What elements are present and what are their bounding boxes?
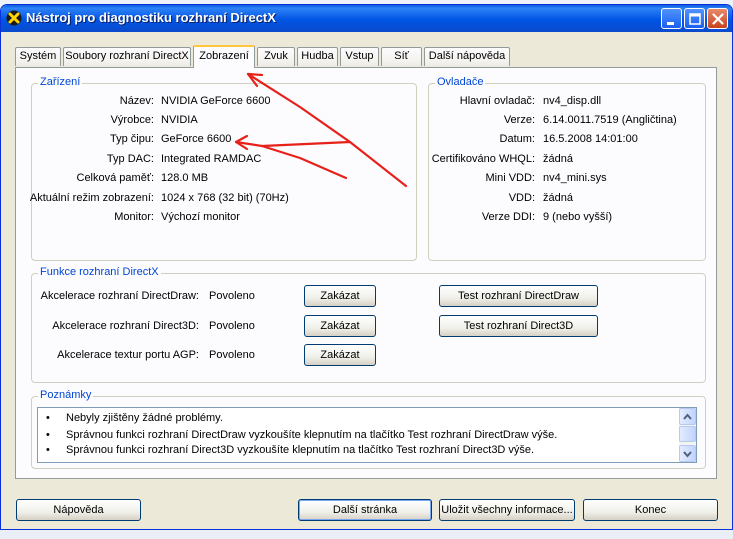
driver-whql-label: Certifikováno WHQL: (431, 153, 535, 165)
directdraw-accel-status: Povoleno (209, 290, 255, 302)
note-bullet: • (46, 444, 50, 456)
tab-display[interactable]: Zobrazení (193, 45, 255, 68)
directx-icon (6, 10, 22, 26)
help-button[interactable]: Nápověda (16, 499, 141, 521)
note-text: Nebyly zjištěny žádné problémy. (66, 412, 223, 424)
scroll-thumb[interactable] (679, 426, 696, 442)
driver-main-label: Hlavní ovladač: (459, 95, 535, 107)
note-text: Správnou funkci rozhraní DirectDraw vyzk… (66, 429, 558, 441)
chevron-down-icon (683, 451, 692, 458)
agp-texture-accel-status: Povoleno (209, 349, 255, 361)
close-icon (712, 13, 724, 25)
scroll-down-button[interactable] (679, 445, 696, 462)
title-bar[interactable]: Nástroj pro diagnostiku rozhraní DirectX (1, 5, 732, 32)
driver-date-value: 16.5.2008 14:01:00 (543, 133, 638, 145)
test-directdraw-button[interactable]: Test rozhraní DirectDraw (439, 285, 598, 307)
driver-whql-value: žádná (543, 153, 573, 165)
device-name-value: NVIDIA GeForce 6600 (161, 95, 271, 107)
device-memory-value: 128.0 MB (161, 172, 209, 184)
maximize-button[interactable] (684, 8, 705, 29)
driver-date-label: Datum: (499, 133, 535, 145)
tab-directx-files[interactable]: Soubory rozhraní DirectX (63, 47, 191, 66)
driver-mini-vdd-label: Mini VDD: (485, 172, 535, 184)
close-button[interactable] (707, 8, 728, 29)
driver-mini-vdd-value: nv4_mini.sys (543, 172, 607, 184)
device-display-mode-value: 1024 x 768 (32 bit) (70Hz) (161, 192, 289, 204)
tab-system[interactable]: Systém (15, 47, 61, 66)
device-group-title: Zařízení (38, 76, 83, 88)
note-bullet: • (46, 412, 50, 424)
driver-ddi-version-label: Verze DDI: (481, 211, 535, 223)
maximize-icon (689, 13, 701, 25)
disable-agp-texture-button[interactable]: Zakázat (304, 344, 376, 366)
notes-scrollbar[interactable] (679, 408, 696, 462)
tab-more-help[interactable]: Další nápověda (424, 47, 510, 66)
notes-group-title: Poznámky (38, 389, 94, 401)
device-manufacturer-value: NVIDIA (161, 114, 198, 126)
tab-input[interactable]: Vstup (340, 47, 379, 66)
device-name-label: Název: (119, 95, 154, 107)
tab-sound[interactable]: Zvuk (257, 47, 295, 66)
driver-version-label: Verze: (503, 114, 535, 126)
driver-ddi-version-value: 9 (nebo vyšší) (543, 211, 613, 223)
minimize-button[interactable] (661, 8, 682, 29)
driver-vdd-label: VDD: (508, 192, 535, 204)
direct3d-accel-label: Akcelerace rozhraní Direct3D: (52, 320, 199, 332)
features-group-title: Funkce rozhraní DirectX (38, 266, 161, 278)
device-monitor-value: Výchozí monitor (161, 211, 240, 223)
drivers-group-title: Ovladače (435, 76, 486, 88)
save-all-info-button[interactable]: Uložit všechny informace... (439, 499, 575, 521)
driver-main-value: nv4_disp.dll (543, 95, 602, 107)
device-monitor-label: Monitor: (114, 211, 154, 223)
device-chip-type-label: Typ čipu: (109, 133, 154, 145)
notes-box[interactable]: • Nebyly zjištěny žádné problémy. • Sprá… (37, 407, 697, 463)
tab-network[interactable]: Síť (381, 47, 422, 66)
disable-directdraw-button[interactable]: Zakázat (304, 285, 376, 307)
device-manufacturer-label: Výrobce: (110, 114, 154, 126)
device-memory-label: Celková paměť: (76, 172, 155, 184)
device-display-mode-label: Aktuální režim zobrazení: (29, 192, 154, 204)
minimize-icon (667, 22, 674, 25)
device-dac-type-label: Typ DAC: (106, 153, 154, 165)
note-text: Správnou funkci rozhraní Direct3D vyzkou… (66, 444, 535, 456)
next-page-button[interactable]: Další stránka (298, 499, 432, 521)
window-title: Nástroj pro diagnostiku rozhraní DirectX (26, 10, 276, 25)
tab-music[interactable]: Hudba (297, 47, 338, 66)
device-dac-type-value: Integrated RAMDAC (161, 153, 262, 165)
chevron-up-icon (683, 413, 692, 420)
driver-version-value: 6.14.0011.7519 (Angličtina) (543, 114, 677, 126)
note-bullet: • (46, 429, 50, 441)
agp-texture-accel-label: Akcelerace textur portu AGP: (57, 349, 199, 361)
direct3d-accel-status: Povoleno (209, 320, 255, 332)
exit-button[interactable]: Konec (583, 499, 718, 521)
scroll-up-button[interactable] (679, 408, 696, 425)
driver-vdd-value: žádná (543, 192, 573, 204)
dxdiag-window: Nástroj pro diagnostiku rozhraní DirectX… (0, 4, 733, 530)
device-chip-type-value: GeForce 6600 (161, 133, 232, 145)
disable-direct3d-button[interactable]: Zakázat (304, 315, 376, 337)
directdraw-accel-label: Akcelerace rozhraní DirectDraw: (40, 290, 199, 302)
test-direct3d-button[interactable]: Test rozhraní Direct3D (439, 315, 598, 337)
